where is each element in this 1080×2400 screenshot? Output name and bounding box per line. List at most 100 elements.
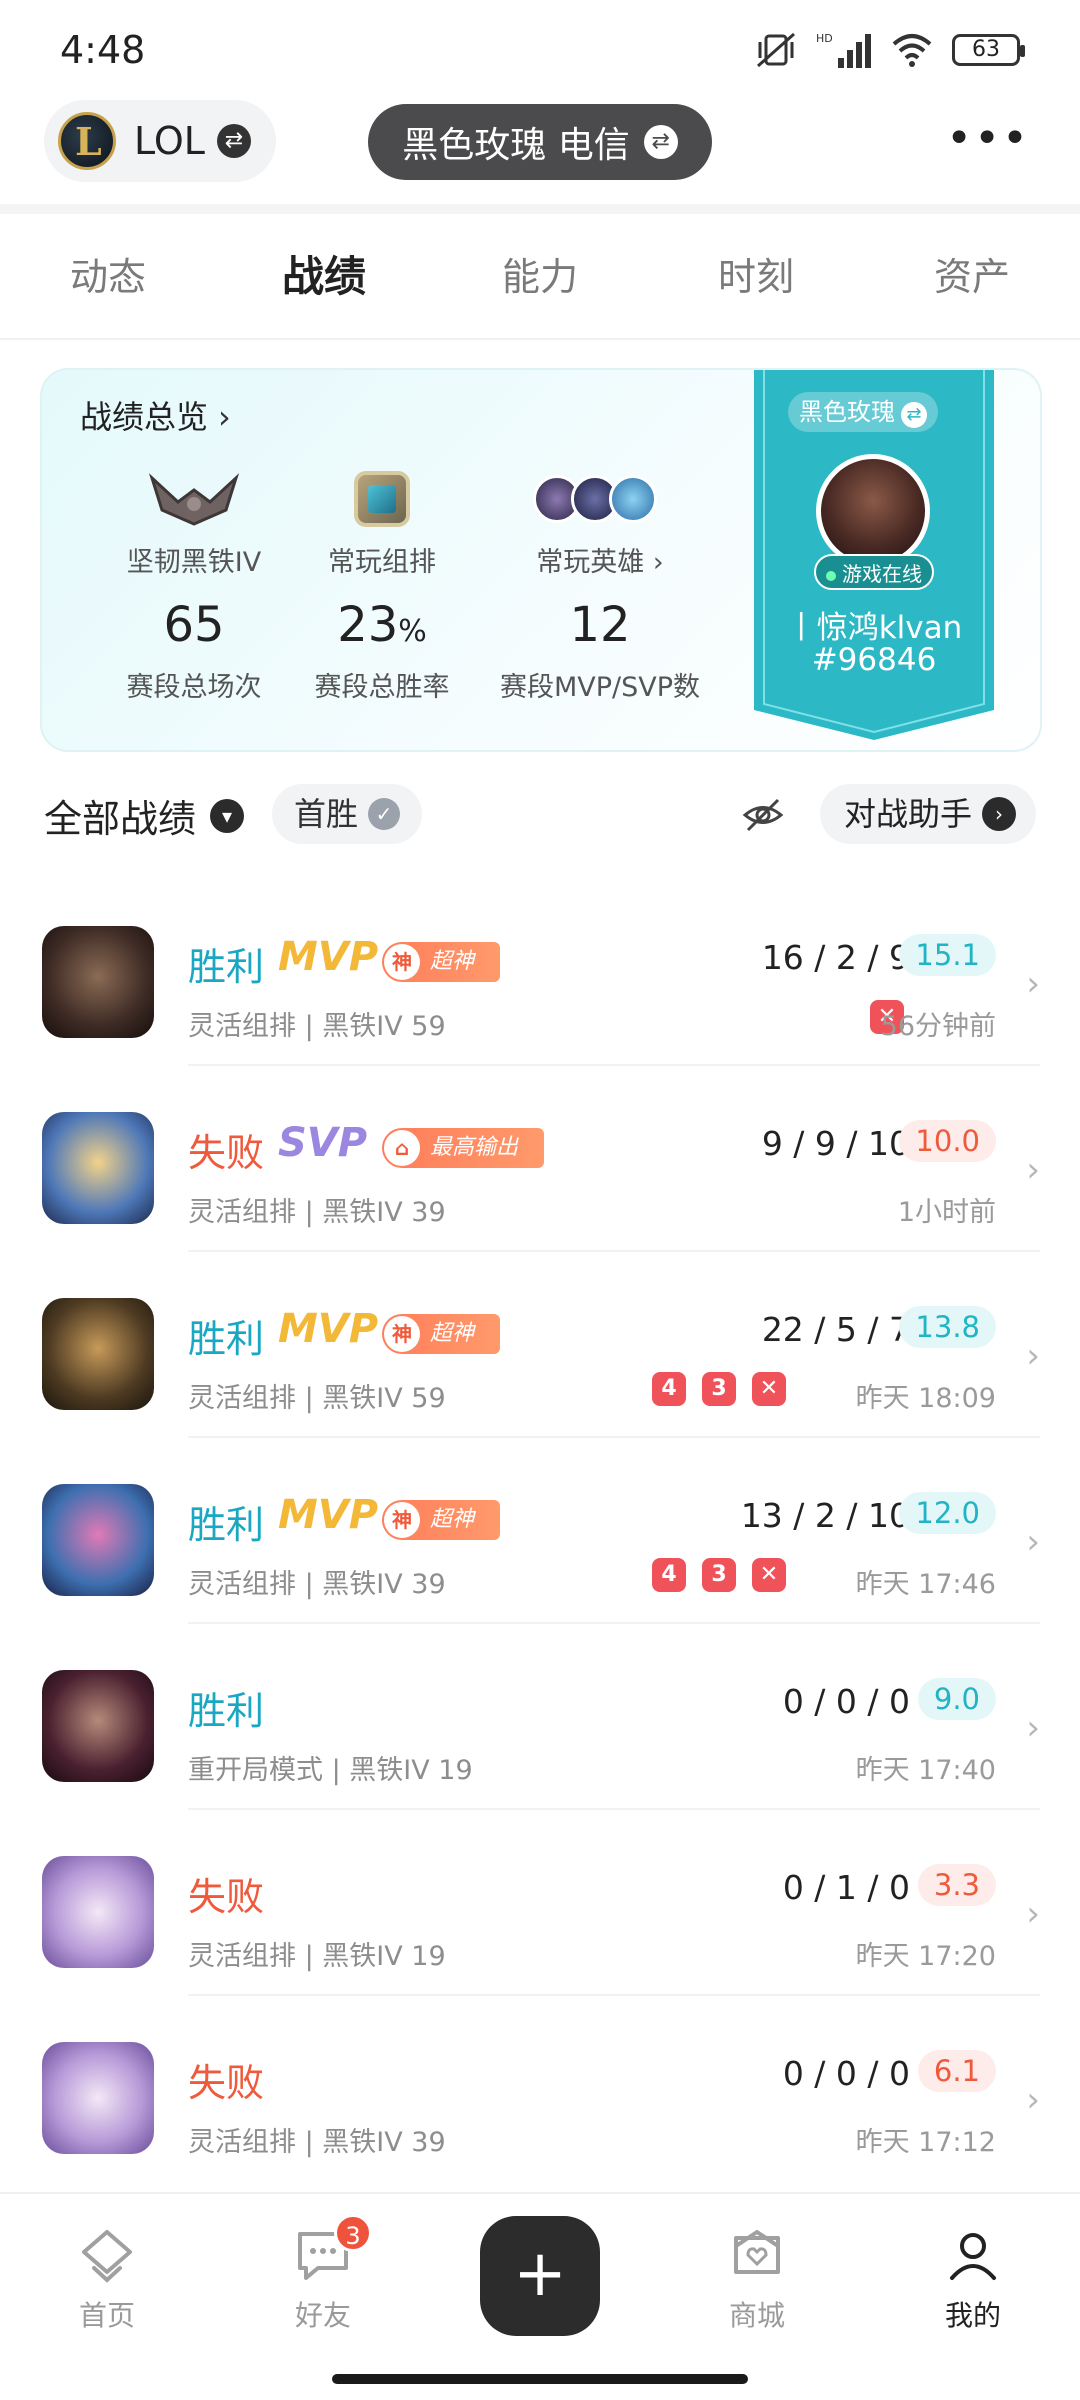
- more-options-button[interactable]: •••: [946, 117, 1030, 161]
- match-time: 昨天 17:20: [855, 1941, 996, 1972]
- hide-eye-icon[interactable]: [742, 794, 784, 836]
- chevron-right-icon: ›: [1026, 1894, 1040, 1934]
- game-switcher[interactable]: L LOL ⇄: [44, 100, 276, 182]
- lol-logo-icon: L: [58, 112, 116, 170]
- match-time: 昨天 17:40: [855, 1755, 996, 1786]
- nav-friends[interactable]: 3 好友: [248, 2214, 398, 2334]
- multikill-badges: 4 3 ✕: [652, 1372, 786, 1406]
- unread-badge: 3: [334, 2214, 372, 2252]
- mvp-badge: MVP: [278, 934, 379, 980]
- top-header: L LOL ⇄ 黑色玫瑰 电信 ⇄ •••: [0, 100, 1080, 200]
- player-avatar[interactable]: [816, 454, 930, 568]
- swap-icon: ⇄: [216, 124, 251, 158]
- swap-icon: ⇄: [643, 125, 678, 159]
- battle-assistant-button[interactable]: 对战助手 ›: [819, 784, 1036, 844]
- match-score: 12.0: [899, 1492, 996, 1534]
- match-row[interactable]: 失败 灵活组排 | 黑铁IV 19 0 / 1 / 0 3.3 昨天 17:20…: [0, 1810, 1080, 1996]
- mvp-badge: MVP: [278, 1492, 379, 1538]
- wifi-icon: [892, 34, 932, 67]
- swap-icon: ⇄: [901, 402, 927, 428]
- profile-icon: [950, 2233, 996, 2280]
- server-switch[interactable]: 黑色玫瑰 ⇄: [788, 392, 938, 432]
- match-result: 胜利: [188, 1503, 265, 1547]
- match-time: 昨天 17:46: [855, 1569, 996, 1600]
- filter-row: 全部战绩 ▾ 首胜 ✓ 对战助手 ›: [0, 776, 1080, 856]
- match-row[interactable]: 胜利 MVP 神超神 灵活组排 | 黑铁IV 59 22 / 5 / 7 13.…: [0, 1252, 1080, 1438]
- records-overview-card: 战绩总览 › 坚韧黑铁IV 65 赛段总场次 常玩组排 23% 赛段总胜率 常玩英…: [40, 368, 1042, 752]
- match-kda: 16 / 2 / 9: [761, 938, 910, 977]
- player-tag: #96846: [811, 642, 937, 678]
- god-icon: 神: [384, 1316, 420, 1352]
- store-icon: [734, 2230, 780, 2274]
- match-row[interactable]: 失败 SVP ⌂ 最高输出 灵活组排 | 黑铁IV 39 9 / 9 / 10 1…: [0, 1066, 1080, 1252]
- match-result: 失败: [188, 1131, 265, 1175]
- tab-records[interactable]: 战绩: [216, 214, 432, 338]
- tab-moments[interactable]: 时刻: [648, 214, 864, 338]
- overview-title-link[interactable]: 战绩总览 ›: [80, 392, 231, 438]
- champion-portrait: [42, 2042, 154, 2154]
- iron-rank-icon: [148, 473, 240, 526]
- nav-home[interactable]: 首页: [32, 2220, 182, 2334]
- match-row[interactable]: 胜利 MVP 神超神 灵活组排 | 黑铁IV 39 13 / 2 / 10 12…: [0, 1438, 1080, 1624]
- home-indicator: [332, 2374, 748, 2384]
- home-icon: [82, 2230, 132, 2283]
- champion-portrait: [42, 1856, 154, 1968]
- overview-rank: 坚韧黑铁IV 65 赛段总场次: [84, 466, 304, 704]
- quadra-kill-badge: 4: [652, 1558, 686, 1592]
- account-switcher[interactable]: 黑色玫瑰 电信 ⇄: [368, 104, 712, 180]
- tab-activity[interactable]: 动态: [0, 214, 216, 338]
- online-status-badge: 游戏在线: [814, 554, 934, 590]
- all-records-dropdown[interactable]: 全部战绩 ▾: [44, 788, 245, 843]
- win-rate: 23%: [337, 597, 427, 653]
- match-row[interactable]: 胜利 MVP 神超神 灵活组排 | 黑铁IV 59 16 / 2 / 9 15.…: [0, 880, 1080, 1066]
- match-score: 9.0: [917, 1678, 996, 1720]
- match-row[interactable]: 失败 灵活组排 | 黑铁IV 39 0 / 0 / 0 6.1 昨天 17:12…: [0, 1996, 1080, 2182]
- champion-portrait: [42, 1298, 154, 1410]
- status-icons: HD 63: [754, 30, 1025, 70]
- top-damage-icon: ⌂: [384, 1130, 420, 1166]
- chevron-right-icon: ›: [1026, 1336, 1040, 1376]
- mvp-count-label: 赛段MVP/SVP数: [499, 672, 701, 703]
- match-meta: 灵活组排 | 黑铁IV 39: [188, 1569, 446, 1600]
- divider: [0, 204, 1080, 214]
- match-score: 6.1: [917, 2050, 996, 2092]
- mvp-count: 12: [569, 597, 631, 653]
- tab-assets[interactable]: 资产: [864, 214, 1080, 338]
- match-meta: 灵活组排 | 黑铁IV 39: [188, 1197, 446, 1228]
- chevron-right-icon: ›: [218, 398, 231, 436]
- match-meta: 灵活组排 | 黑铁IV 39: [188, 2127, 446, 2158]
- total-games: 65: [163, 597, 225, 653]
- first-win-filter[interactable]: 首胜 ✓: [272, 784, 423, 844]
- match-meta: 灵活组排 | 黑铁IV 59: [188, 1383, 446, 1414]
- battery-indicator: 63: [952, 34, 1025, 66]
- tab-ability[interactable]: 能力: [432, 214, 648, 338]
- favorite-champions: [533, 475, 657, 523]
- match-time: 56分钟前: [880, 1011, 996, 1042]
- champion-avatar: [609, 475, 657, 523]
- overview-heroes[interactable]: 常玩英雄 › 12 赛段MVP/SVP数: [490, 466, 710, 704]
- multikill-badge: ✕: [752, 1558, 786, 1592]
- check-icon: ✓: [368, 798, 401, 830]
- match-score: 10.0: [899, 1120, 996, 1162]
- rank-label: 坚韧黑铁IV: [126, 547, 262, 578]
- match-meta: 灵活组排 | 黑铁IV 59: [188, 1011, 446, 1042]
- total-games-label: 赛段总场次: [126, 672, 262, 703]
- arrow-right-icon: ›: [982, 797, 1016, 831]
- player-nickname: 丨惊鸿klvan: [785, 610, 963, 646]
- match-row[interactable]: 胜利 重开局模式 | 黑铁IV 19 0 / 0 / 0 9.0 昨天 17:4…: [0, 1624, 1080, 1810]
- champion-portrait: [42, 1670, 154, 1782]
- chevron-right-icon: ›: [1026, 1708, 1040, 1748]
- account-label: 黑色玫瑰 电信: [402, 125, 630, 166]
- match-result: 胜利: [188, 945, 265, 989]
- signal-icon: HD: [816, 32, 871, 68]
- nav-store[interactable]: 商城: [682, 2220, 832, 2334]
- multikill-badges: 4 3 ✕: [652, 1558, 786, 1592]
- match-kda: 0 / 1 / 0: [782, 1868, 910, 1907]
- nav-me[interactable]: 我的: [898, 2220, 1048, 2334]
- match-result: 胜利: [188, 1317, 265, 1361]
- create-post-button[interactable]: +: [480, 2216, 600, 2336]
- match-result: 失败: [188, 1875, 265, 1919]
- achievement-tag: 神超神: [382, 1500, 501, 1540]
- match-score: 13.8: [899, 1306, 996, 1348]
- vibrate-mute-icon: [757, 32, 795, 68]
